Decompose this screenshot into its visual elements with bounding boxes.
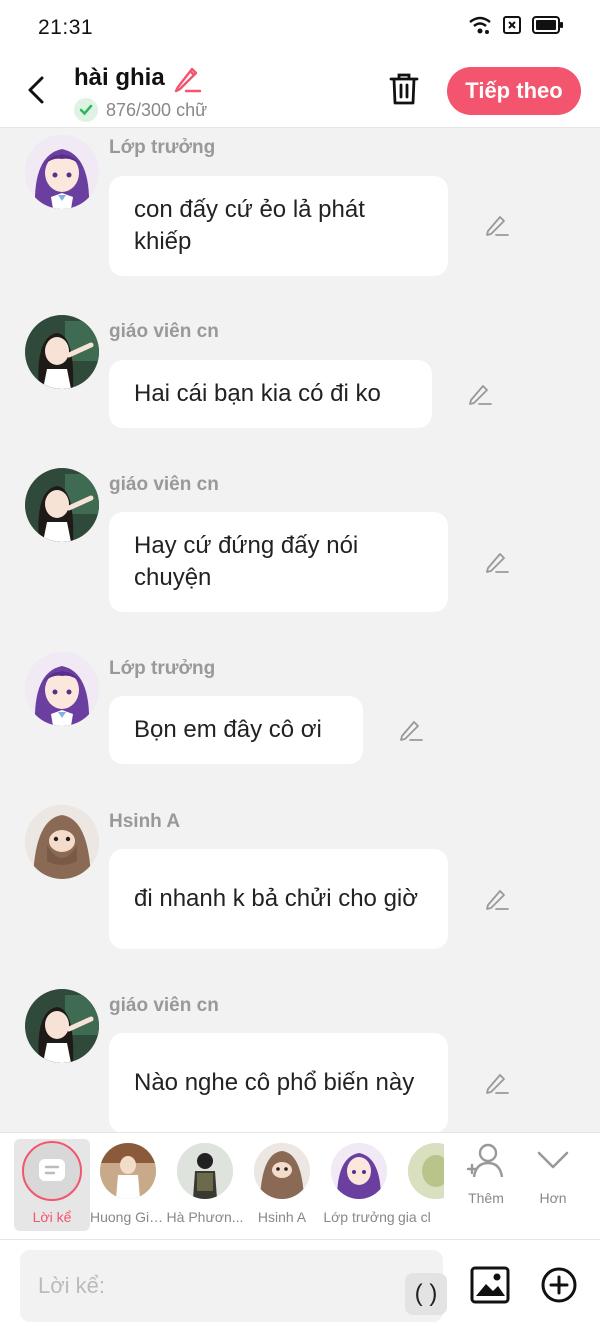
character-name: gia cl [398,1209,431,1225]
image-icon[interactable] [469,1265,511,1305]
edit-message-icon[interactable] [398,718,424,742]
add-character-label: Thêm [468,1190,504,1206]
message-bubble[interactable]: Hay cứ đứng đấy nói chuyện [109,512,448,612]
wifi-icon [469,16,491,34]
status-bar: 21:31 [0,0,600,52]
status-time: 21:31 [38,16,94,39]
story-header: hài ghia 876/300 chữ Tiếp theo [0,52,600,128]
message-bubble[interactable]: đi nhanh k bả chửi cho giờ [109,849,448,949]
narrator-avatar[interactable] [22,1141,82,1201]
character-avatar [408,1143,444,1199]
hijab-girl-avatar[interactable] [25,805,99,879]
character-name: Hsinh A [257,1209,307,1225]
message-bubble[interactable]: Hai cái bạn kia có đi ko [109,360,432,428]
chevron-down-icon [537,1151,569,1169]
character-item[interactable]: Hà Phươn... [166,1133,244,1233]
edit-message-icon[interactable] [484,1071,510,1095]
edit-message-icon[interactable] [484,887,510,911]
word-count: 876/300 chữ [74,98,207,122]
message-bubble[interactable]: Bọn em đây cô ơi [109,696,363,764]
character-item[interactable]: Hsinh A [244,1133,320,1233]
character-avatar [177,1143,233,1199]
sender-name: giáo viên cn [109,321,219,342]
story-title: hài ghia [74,64,165,91]
character-item[interactable]: Huong Gia... [90,1133,166,1233]
character-avatar [331,1143,387,1199]
edit-title-icon[interactable] [172,65,202,93]
next-button[interactable]: Tiếp theo [447,67,581,115]
narration-input[interactable] [38,1250,378,1322]
more-button[interactable]: Hơn [523,1141,583,1206]
teacher-avatar[interactable] [25,989,99,1063]
word-count-text: 876/300 chữ [106,99,208,120]
teacher-avatar[interactable] [25,468,99,542]
character-item[interactable]: Lớp trưởng [320,1133,398,1233]
message-bubble[interactable]: con đấy cứ ẻo lả phát khiếp [109,176,448,276]
add-character-button[interactable]: Thêm [456,1141,516,1206]
edit-message-icon[interactable] [484,550,510,574]
edit-message-icon[interactable] [484,213,510,237]
sender-name: giáo viên cn [109,474,219,495]
narrator-label: Lời kể [32,1209,72,1225]
narration-input-box: ( ) [20,1250,447,1322]
sender-name: Hsinh A [109,811,181,832]
character-name: Lớp trưởng [323,1209,395,1225]
status-icons [468,15,564,35]
battery-icon [532,16,563,34]
check-icon [74,98,98,122]
character-bar: Lời kể Huong Gia... Hà Phươn... Hsinh A … [0,1132,600,1240]
character-avatar [254,1143,310,1199]
message-bubble[interactable]: Nào nghe cô phổ biến này [109,1033,448,1132]
chat-list: Lớp trưởng con đấy cứ ẻo lả phát khiếp g… [0,129,600,1132]
back-icon[interactable] [22,72,52,108]
purple-hair-girl-avatar[interactable] [25,652,99,726]
add-person-icon [466,1143,504,1178]
character-item[interactable]: gia cl [398,1133,444,1233]
chat-bubble-icon [39,1159,65,1181]
parenthesis-button[interactable]: ( ) [405,1273,447,1315]
character-avatar [100,1143,156,1199]
input-bar: ( ) [0,1240,600,1333]
no-sim-icon [503,16,521,34]
sender-name: Lớp trưởng [109,658,216,679]
teacher-avatar[interactable] [25,315,99,389]
more-label: Hơn [539,1190,567,1206]
purple-hair-girl-avatar[interactable] [25,135,99,209]
sender-name: giáo viên cn [109,995,219,1016]
sender-name: Lớp trưởng [109,137,216,158]
trash-icon[interactable] [388,72,420,106]
add-circle-icon[interactable] [540,1266,578,1304]
edit-message-icon[interactable] [467,382,493,406]
character-name: Huong Gia... [90,1209,166,1225]
character-name: Hà Phươn... [166,1209,244,1225]
